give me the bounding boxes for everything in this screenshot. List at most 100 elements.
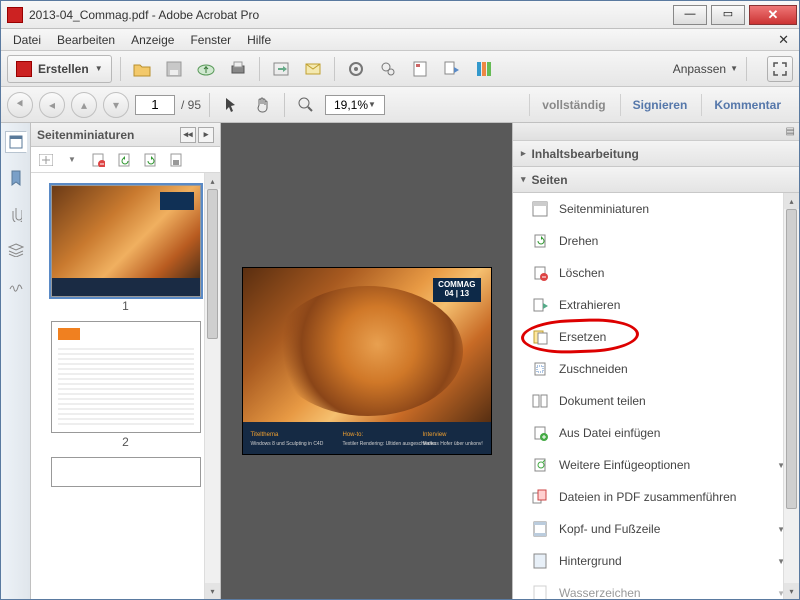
scroll-handle[interactable] xyxy=(786,209,797,509)
menubar: Datei Bearbeiten Anzeige Fenster Hilfe ✕ xyxy=(1,29,799,51)
menu-close-icon[interactable]: ✕ xyxy=(772,32,795,48)
email-button[interactable] xyxy=(300,56,326,82)
section-content-editing[interactable]: ▸ Inhaltsbearbeitung xyxy=(513,141,799,167)
header-footer-icon xyxy=(531,520,549,538)
tool-combine[interactable]: Dateien in PDF zusammenführen xyxy=(513,481,799,513)
thumb-nav-next[interactable]: ▸ xyxy=(198,127,214,143)
expand-icon: ▾ xyxy=(521,174,526,185)
export-button[interactable] xyxy=(439,56,465,82)
menu-file[interactable]: Datei xyxy=(5,31,49,49)
page-prev-button[interactable]: ◂ xyxy=(39,92,65,118)
thumb-options-icon[interactable] xyxy=(37,151,55,169)
tool-thumbnails[interactable]: Seitenminiaturen xyxy=(513,193,799,225)
minimize-button[interactable]: — xyxy=(673,5,707,25)
pdf-icon xyxy=(16,61,32,77)
scroll-handle[interactable] xyxy=(207,189,218,339)
tool-delete[interactable]: Löschen xyxy=(513,257,799,289)
form-button[interactable] xyxy=(407,56,433,82)
page-up-button[interactable]: ▴ xyxy=(71,92,97,118)
signatures-tab[interactable] xyxy=(5,275,27,297)
thumbnail-page-3[interactable] xyxy=(51,457,201,487)
combine-icon xyxy=(531,488,549,506)
page-down-button[interactable]: ▾ xyxy=(103,92,129,118)
save-button[interactable] xyxy=(161,56,187,82)
cover-badge: COMMAG 04 | 13 xyxy=(433,278,480,302)
tool-replace[interactable]: Ersetzen xyxy=(513,321,799,353)
thumb-insert-icon[interactable] xyxy=(167,151,185,169)
tool-insert-from-file[interactable]: Aus Datei einfügen xyxy=(513,417,799,449)
share-button[interactable] xyxy=(268,56,294,82)
thumb-rotate-cw-icon[interactable] xyxy=(141,151,159,169)
tool-watermark[interactable]: Wasserzeichen ▼ xyxy=(513,577,799,599)
rotate-icon xyxy=(531,232,549,250)
attachments-tab[interactable] xyxy=(5,203,27,225)
titlebar: 2013-04_Commag.pdf - Adobe Acrobat Pro —… xyxy=(1,1,799,29)
stamp-button[interactable] xyxy=(375,56,401,82)
cloud-button[interactable] xyxy=(193,56,219,82)
chevron-down-icon: ▼ xyxy=(730,64,738,73)
background-icon xyxy=(531,552,549,570)
document-canvas[interactable]: COMMAG 04 | 13 Titelthema How-to: Interv… xyxy=(221,123,512,599)
zoom-button[interactable] xyxy=(293,92,319,118)
menu-window[interactable]: Fenster xyxy=(182,31,239,49)
scroll-down-icon[interactable]: ▾ xyxy=(784,583,799,599)
tool-rotate[interactable]: Drehen xyxy=(513,225,799,257)
window-title: 2013-04_Commag.pdf - Adobe Acrobat Pro xyxy=(29,8,671,22)
page-number-input[interactable] xyxy=(135,95,175,115)
print-button[interactable] xyxy=(225,56,251,82)
hand-tool-button[interactable] xyxy=(250,92,276,118)
thumbnails-list: 1 2 ▴ ▾ xyxy=(31,173,220,599)
section-pages[interactable]: ▾ Seiten xyxy=(513,167,799,193)
bookmarks-tab[interactable] xyxy=(5,167,27,189)
maximize-button[interactable]: ▭ xyxy=(711,5,745,25)
thumbnails-toolbar: ▼ xyxy=(31,147,220,173)
thumb-nav-prev[interactable]: ◂◂ xyxy=(180,127,196,143)
menu-view[interactable]: Anzeige xyxy=(123,31,182,49)
menu-edit[interactable]: Bearbeiten xyxy=(49,31,123,49)
settings-button[interactable] xyxy=(343,56,369,82)
thumbnails-scrollbar[interactable]: ▴ ▾ xyxy=(204,173,220,599)
thumbnails-tab[interactable] xyxy=(5,131,27,153)
scroll-down-icon[interactable]: ▾ xyxy=(205,583,220,599)
tool-extract[interactable]: Extrahieren xyxy=(513,289,799,321)
menu-help[interactable]: Hilfe xyxy=(239,31,279,49)
tools-scrollbar[interactable]: ▴ ▾ xyxy=(783,193,799,599)
select-tool-button[interactable] xyxy=(218,92,244,118)
comment-link[interactable]: Kommentar xyxy=(701,94,793,116)
layers-tab[interactable] xyxy=(5,239,27,261)
create-button[interactable]: Erstellen ▼ xyxy=(7,55,112,83)
tool-crop[interactable]: Zuschneiden xyxy=(513,353,799,385)
color-button[interactable] xyxy=(471,56,497,82)
customize-button[interactable]: Anpassen ▼ xyxy=(673,62,738,76)
scroll-up-icon[interactable]: ▴ xyxy=(205,173,220,189)
page-view: COMMAG 04 | 13 Titelthema How-to: Interv… xyxy=(242,267,492,455)
extract-icon xyxy=(531,296,549,314)
thumb-rotate-ccw-icon[interactable] xyxy=(115,151,133,169)
tool-split[interactable]: Dokument teilen xyxy=(513,385,799,417)
tool-more-insert[interactable]: Weitere Einfügeoptionen ▼ xyxy=(513,449,799,481)
thumbnails-panel: Seitenminiaturen ◂◂ ▸ ▼ 1 2 xyxy=(31,123,221,599)
chevron-down-icon: ▼ xyxy=(368,100,376,109)
thumb-delete-icon[interactable] xyxy=(89,151,107,169)
replace-icon xyxy=(531,328,549,346)
page-first-button[interactable]: ⯇ xyxy=(7,92,33,118)
tools-panel: ▤ ▸ Inhaltsbearbeitung ▾ Seiten Seitenmi… xyxy=(512,123,799,599)
tools-link[interactable]: vollständig xyxy=(529,94,617,116)
scroll-up-icon[interactable]: ▴ xyxy=(784,193,799,209)
tools-panel-menu-icon[interactable]: ▤ xyxy=(513,123,799,141)
sign-link[interactable]: Signieren xyxy=(620,94,700,116)
close-button[interactable]: ✕ xyxy=(749,5,797,25)
open-button[interactable] xyxy=(129,56,155,82)
tool-background[interactable]: Hintergrund ▼ xyxy=(513,545,799,577)
fullscreen-button[interactable] xyxy=(767,56,793,82)
toolbar-nav: ⯇ ◂ ▴ ▾ / 95 ▼ vollständig Signieren Kom… xyxy=(1,87,799,123)
split-icon xyxy=(531,392,549,410)
thumbnail-page-1[interactable] xyxy=(51,185,201,297)
collapse-icon: ▸ xyxy=(521,148,526,159)
thumbnail-page-2[interactable] xyxy=(51,321,201,433)
toolbar-main: Erstellen ▼ Anpassen ▼ xyxy=(1,51,799,87)
thumbnail-label: 2 xyxy=(35,435,216,449)
create-label: Erstellen xyxy=(38,62,89,76)
zoom-input[interactable]: ▼ xyxy=(325,95,385,115)
tool-header-footer[interactable]: Kopf- und Fußzeile ▼ xyxy=(513,513,799,545)
